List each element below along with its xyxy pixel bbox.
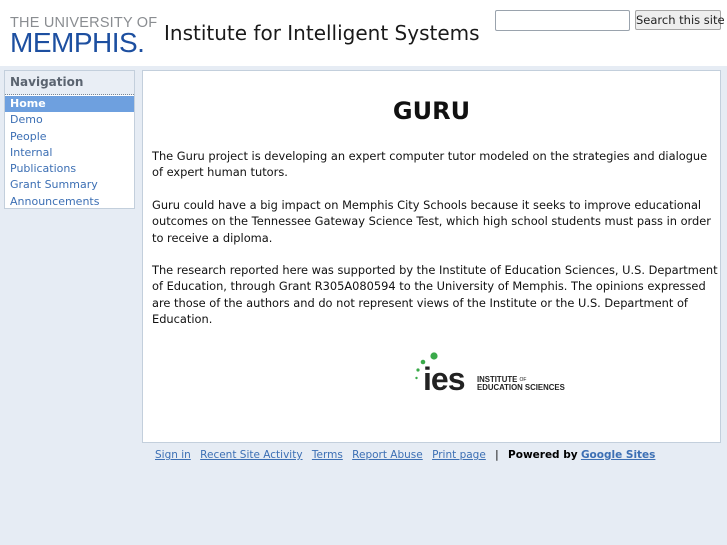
navigation-sidebar: Navigation Home Demo People Internal Pub… xyxy=(4,70,135,209)
nav-item-people[interactable]: People xyxy=(5,129,134,145)
site-title[interactable]: Institute for Intelligent Systems xyxy=(164,21,480,45)
navigation-heading: Navigation xyxy=(5,71,134,95)
paragraph-intro: The Guru project is developing an expert… xyxy=(152,149,708,180)
nav-item-demo[interactable]: Demo xyxy=(5,112,134,128)
site-footer: Sign in Recent Site Activity Terms Repor… xyxy=(155,449,655,461)
page-title: GURU xyxy=(392,97,471,125)
nav-item-home[interactable]: Home xyxy=(5,96,134,113)
footer-terms-link[interactable]: Terms xyxy=(312,449,343,461)
nav-item-internal[interactable]: Internal xyxy=(5,145,134,161)
ies-logo-mark: ies xyxy=(415,352,466,397)
google-sites-link[interactable]: Google Sites xyxy=(581,449,656,461)
paragraph-funding: The research reported here was supported… xyxy=(152,263,718,326)
logo-line-2: MEMPHIS. xyxy=(10,27,145,58)
search-button[interactable]: Search this site xyxy=(635,10,725,30)
nav-item-publications[interactable]: Publications xyxy=(5,161,134,177)
nav-item-grant-summary[interactable]: Grant Summary xyxy=(5,177,134,193)
footer-sign-in-link[interactable]: Sign in xyxy=(155,449,191,461)
footer-print-page-link[interactable]: Print page xyxy=(432,449,486,461)
site-header: THE UNIVERSITY OF MEMPHIS. Institute for… xyxy=(0,0,727,66)
main-content: GURU The Guru project is developing an e… xyxy=(142,70,721,443)
footer-report-abuse-link[interactable]: Report Abuse xyxy=(352,449,423,461)
ies-logo-text: INSTITUTE OF EDUCATION SCIENCES xyxy=(477,375,565,392)
paragraph-impact: Guru could have a big impact on Memphis … xyxy=(152,198,711,245)
university-of-memphis-logo[interactable]: THE UNIVERSITY OF MEMPHIS. xyxy=(10,16,157,58)
nav-item-announcements[interactable]: Announcements xyxy=(5,194,134,210)
ies-logo: ies INSTITUTE OF EDUCATION SCIENCES xyxy=(415,352,567,397)
search-input[interactable] xyxy=(495,10,630,31)
powered-by-label: Powered by xyxy=(508,449,578,461)
ies-wordmark: ies xyxy=(423,361,465,394)
footer-separator: | xyxy=(495,449,499,461)
footer-recent-activity-link[interactable]: Recent Site Activity xyxy=(200,449,302,461)
navigation-list: Home Demo People Internal Publications G… xyxy=(5,95,134,210)
